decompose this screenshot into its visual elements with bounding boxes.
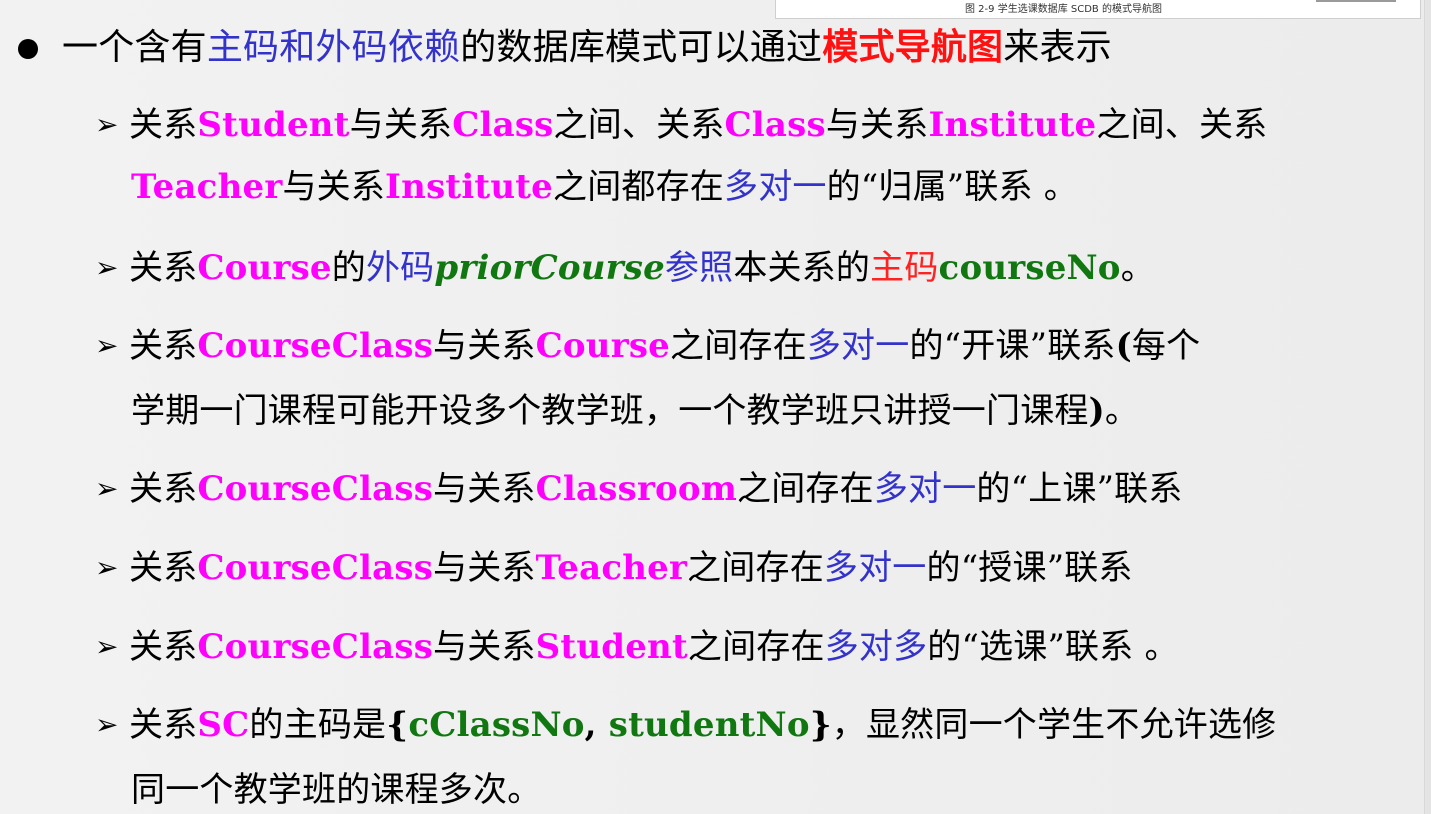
arrow-bullet-icon: ➢ xyxy=(95,329,119,362)
arrow-bullet-icon: ➢ xyxy=(95,251,119,284)
text-segment: Teacher xyxy=(131,167,283,207)
text-segment: 。 xyxy=(1104,391,1140,431)
text-segment: 多对一 xyxy=(873,469,977,509)
text-segment: , xyxy=(584,705,609,745)
text-segment: CourseClass xyxy=(197,469,434,509)
text-segment: 与关系 xyxy=(349,105,453,145)
sub-bullet-line: ➢ 关系CourseClass与关系Classroom之间存在多对一的“上课”联系 xyxy=(95,467,1183,511)
text-segment: Institute xyxy=(385,167,553,207)
text-segment: Student xyxy=(197,105,350,145)
text-segment: 之间存在 xyxy=(737,469,874,509)
text-segment: 的“选课”联系 。 xyxy=(927,627,1179,667)
text-segment: 同一个教学班的课程多次。 xyxy=(131,770,542,810)
text-segment: Institute xyxy=(928,105,1097,145)
text-segment: priorCourse xyxy=(434,248,665,288)
text-segment: studentNo xyxy=(608,705,810,745)
arrow-bullet-icon: ➢ xyxy=(95,708,119,741)
text-segment: 之间、关系 xyxy=(553,105,725,145)
text-segment: 之间都存在 xyxy=(553,167,724,207)
text-segment: 的“上课”联系 xyxy=(976,469,1183,509)
main-segment: 模式导航图 xyxy=(822,26,1004,68)
text-segment: 的“归属”联系 。 xyxy=(826,167,1078,207)
text-segment: 主码 xyxy=(870,248,939,288)
text-segment: Student xyxy=(535,627,688,667)
text-segment: } xyxy=(809,705,832,745)
text-segment: 关系 xyxy=(129,326,198,366)
text-segment: 之间存在 xyxy=(670,326,807,366)
text-segment: 关系 xyxy=(129,469,198,509)
sub-bullet-line: ➢ 关系CourseClass与关系Student之间存在多对多的“选课”联系 。 xyxy=(95,625,1179,669)
text-segment: 的主码是 xyxy=(249,705,387,745)
figure-edge-line xyxy=(1316,0,1396,2)
slide-right-edge xyxy=(1424,0,1431,814)
text-segment: 参照 xyxy=(664,248,734,288)
figure-caption: 图 2-9 学生选课数据库 SCDB 的模式导航图 xyxy=(965,4,1162,15)
arrow-bullet-icon: ➢ xyxy=(95,551,119,584)
text-segment: 与关系 xyxy=(433,326,536,366)
arrow-bullet-icon: ➢ xyxy=(95,630,119,663)
text-segment: 关系 xyxy=(129,548,198,588)
text-segment: 与关系 xyxy=(433,548,536,588)
text-segment: Course xyxy=(197,248,332,288)
main-segment: 的数据库模式可以通过 xyxy=(460,27,823,68)
text-segment: Teacher xyxy=(535,548,688,588)
sub-bullet-line: ➢ 关系CourseClass与关系Course之间存在多对一的“开课”联系(每个 xyxy=(95,324,1200,368)
text-segment: 与关系 xyxy=(825,105,929,145)
sub-bullet-line: 同一个教学班的课程多次。 xyxy=(131,768,541,812)
text-segment: 的“授课”联系 xyxy=(926,548,1133,588)
sub-bullet-line: ➢ 关系SC的主码是{cClassNo, studentNo}，显然同一个学生不允… xyxy=(95,703,1276,747)
text-segment: 。 xyxy=(1120,248,1155,288)
main-bullet-dot-icon xyxy=(18,39,38,59)
text-segment: ) xyxy=(1088,391,1105,431)
main-bullet-text: 一个含有主码和外码依赖的数据库模式可以通过模式导航图来表示 xyxy=(62,25,1112,70)
text-segment: 关系 xyxy=(129,627,198,667)
text-segment: Classroom xyxy=(535,469,737,509)
text-segment: CourseClass xyxy=(197,548,434,588)
sub-bullet-line: ➢ 关系Course的外码priorCourse参照本关系的主码courseNo。 xyxy=(95,246,1155,290)
text-segment: { xyxy=(386,705,409,745)
text-segment: 与关系 xyxy=(433,627,536,667)
arrow-bullet-icon: ➢ xyxy=(95,108,119,141)
text-segment: 与关系 xyxy=(282,167,386,207)
sub-bullet-line: 学期一门课程可能开设多个教学班，一个教学班只讲授一门课程)。 xyxy=(131,389,1139,433)
text-segment: CourseClass xyxy=(197,627,434,667)
main-segment: 一个含有 xyxy=(62,27,207,68)
text-segment: courseNo xyxy=(938,248,1121,288)
sub-bullet-line: Teacher与关系Institute之间都存在多对一的“归属”联系 。 xyxy=(131,165,1078,209)
main-segment: 主码和外码依赖 xyxy=(206,27,461,68)
text-segment: 的“开课”联系 xyxy=(909,326,1116,366)
text-segment: 关系 xyxy=(129,705,198,745)
text-segment: 多对一 xyxy=(724,167,827,207)
text-segment: 之间、关系 xyxy=(1096,105,1268,145)
text-segment: 关系 xyxy=(129,248,198,288)
figure-caption-strip: 图 2-9 学生选课数据库 SCDB 的模式导航图 xyxy=(775,0,1421,19)
text-segment: 的 xyxy=(331,248,366,288)
text-segment: Class xyxy=(724,105,826,145)
text-segment: 学期一门课程可能开设多个教学班，一个教学班只讲授一门课程 xyxy=(131,391,1089,431)
sub-bullet-line: ➢ 关系CourseClass与关系Teacher之间存在多对一的“授课”联系 xyxy=(95,546,1133,590)
text-segment: 与关系 xyxy=(433,469,536,509)
text-segment: Class xyxy=(452,105,554,145)
text-segment: CourseClass xyxy=(197,326,434,366)
text-segment: 之间存在 xyxy=(687,627,825,667)
text-segment: 多对多 xyxy=(824,627,928,667)
text-segment: cClassNo xyxy=(408,705,585,745)
text-segment: 本关系的 xyxy=(733,248,871,288)
text-segment: SC xyxy=(197,705,250,745)
text-segment: ，显然同一个学生不允许选修 xyxy=(831,705,1277,745)
text-segment: 之间存在 xyxy=(687,548,824,588)
text-segment: 多对一 xyxy=(823,548,927,588)
text-segment: ( xyxy=(1115,326,1132,366)
arrow-bullet-icon: ➢ xyxy=(95,472,119,505)
text-segment: 多对一 xyxy=(806,326,910,366)
main-segment: 来表示 xyxy=(1003,27,1112,68)
text-segment: 外码 xyxy=(365,248,435,288)
sub-bullet-line: ➢ 关系Student与关系Class之间、关系Class与关系Institute… xyxy=(95,103,1267,147)
text-segment: 每个 xyxy=(1131,326,1201,366)
text-segment: Course xyxy=(535,326,671,366)
text-segment: 关系 xyxy=(129,105,198,145)
